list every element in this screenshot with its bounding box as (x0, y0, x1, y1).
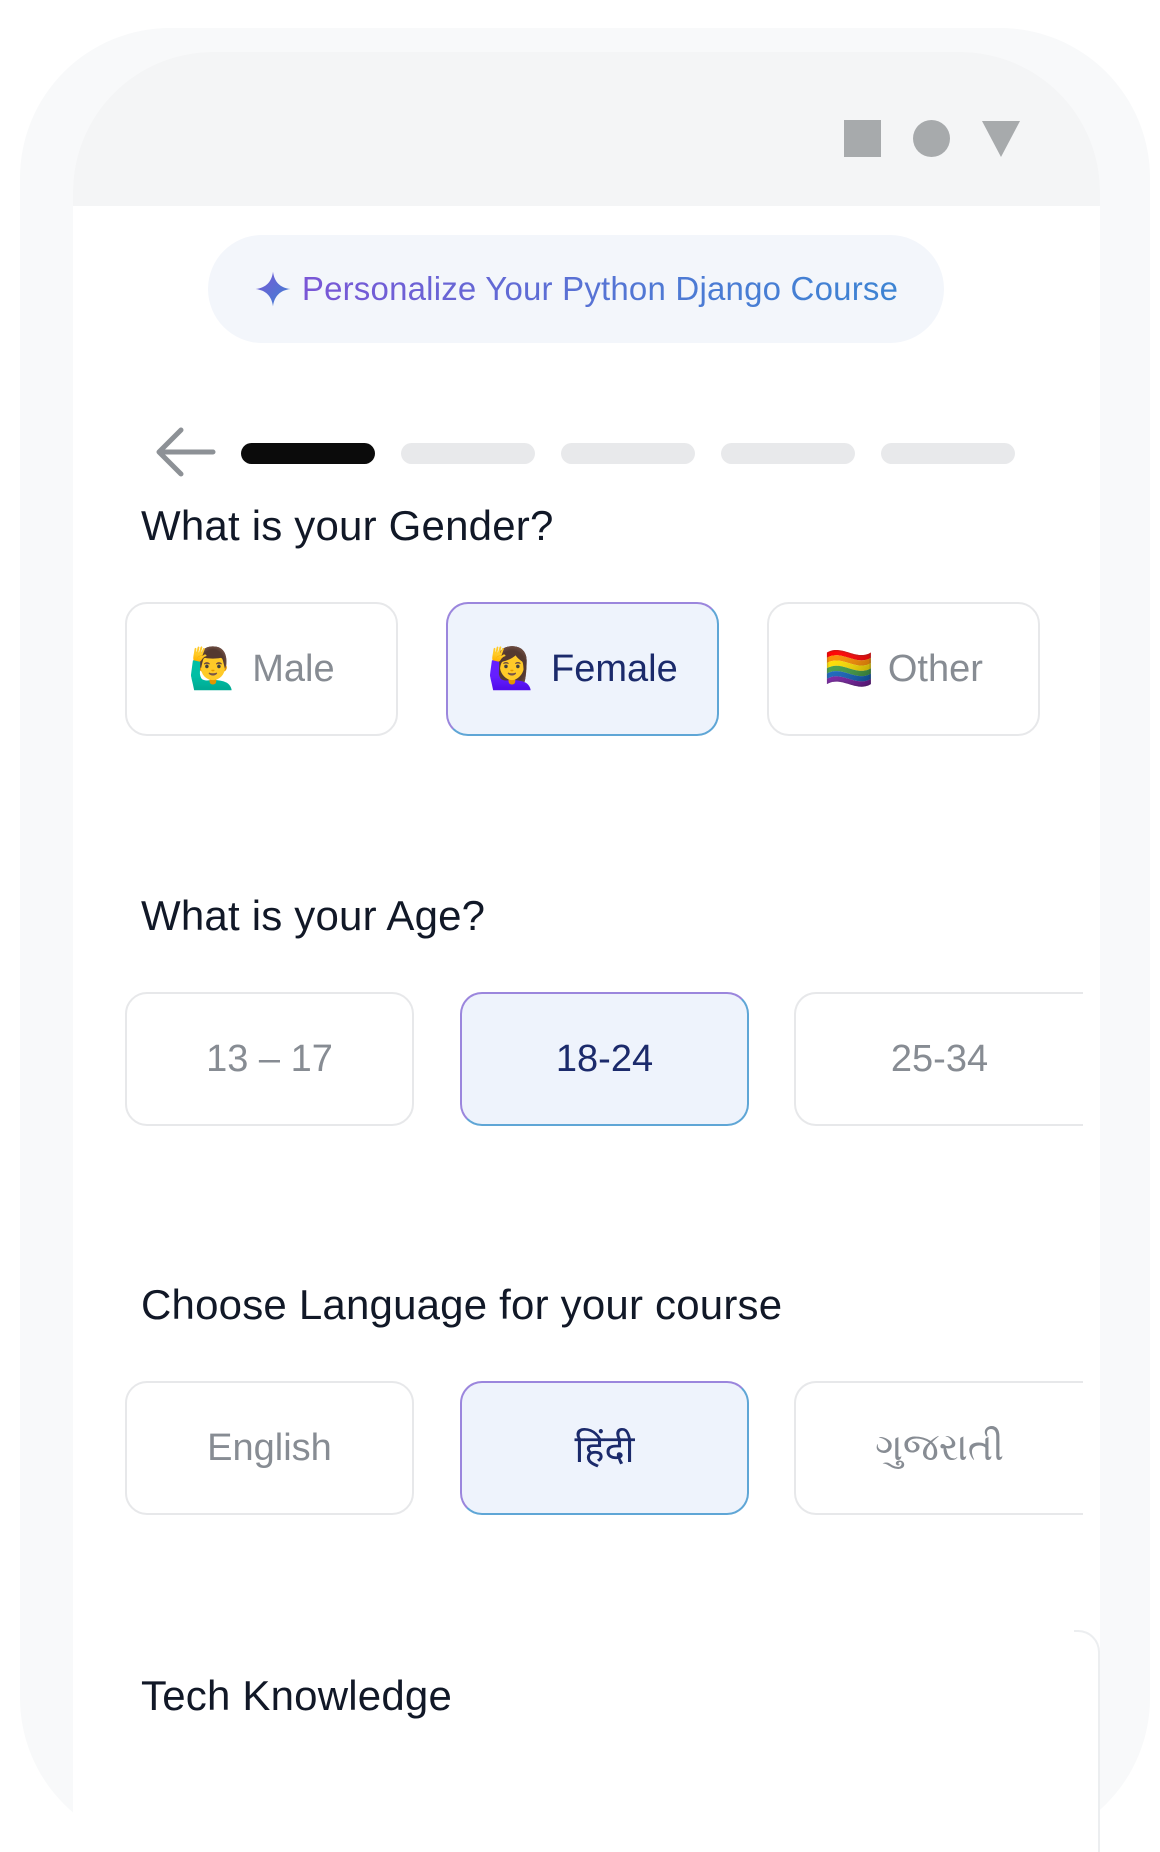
man-raising-hand-icon: 🙋‍♂️ (188, 647, 239, 691)
phone-screen: Personalize Your Python Django Course Wh… (73, 52, 1100, 1852)
gender-option-male[interactable]: 🙋‍♂️ Male (125, 602, 398, 736)
age-option-label: 18-24 (555, 1037, 654, 1080)
language-option-label: ગુજરાતી (875, 1426, 1004, 1469)
gender-option-label: Other (887, 647, 983, 690)
age-option-label: 25-34 (890, 1037, 989, 1080)
age-option-13-17[interactable]: 13 – 17 (125, 992, 414, 1126)
progress-step-1 (241, 443, 375, 464)
progress-step-2 (401, 443, 535, 464)
pill-label: Personalize Your Python Django Course (301, 270, 899, 307)
language-option-gujarati[interactable]: ગુજરાતી (794, 1381, 1083, 1515)
question-gender: What is your Gender? (141, 502, 554, 549)
progress-step-5 (881, 443, 1015, 464)
square-icon (844, 120, 881, 157)
bottom-card-edge (1074, 1630, 1100, 1852)
gender-option-label: Male (252, 647, 335, 690)
status-bar (73, 52, 1100, 206)
age-option-18-24[interactable]: 18-24 (460, 992, 749, 1126)
question-age: What is your Age? (141, 892, 486, 939)
gender-option-label: Female (551, 647, 678, 690)
age-option-25-34[interactable]: 25-34 (794, 992, 1083, 1126)
personalize-pill: Personalize Your Python Django Course (208, 235, 944, 343)
status-icons (844, 120, 1020, 157)
language-option-english[interactable]: English (125, 1381, 414, 1515)
rainbow-flag-icon: 🏳️‍🌈 (824, 647, 874, 691)
back-arrow-icon[interactable] (153, 424, 217, 480)
gender-option-female[interactable]: 🙋‍♀️ Female (446, 602, 719, 736)
language-option-hindi[interactable]: हिंदी (460, 1381, 749, 1515)
question-language: Choose Language for your course (141, 1281, 783, 1328)
woman-raising-hand-icon: 🙋‍♀️ (487, 647, 538, 691)
sparkle-icon (255, 271, 291, 307)
language-option-label: हिंदी (574, 1429, 635, 1471)
progress-step-4 (721, 443, 855, 464)
gender-option-other[interactable]: 🏳️‍🌈 Other (767, 602, 1040, 736)
language-option-label: English (207, 1426, 332, 1469)
age-option-label: 13 – 17 (206, 1037, 333, 1080)
progress-step-3 (561, 443, 695, 464)
question-tech-knowledge: Tech Knowledge (141, 1672, 453, 1719)
triangle-icon (982, 120, 1020, 157)
circle-icon (913, 120, 950, 157)
progress-row (153, 422, 1015, 482)
